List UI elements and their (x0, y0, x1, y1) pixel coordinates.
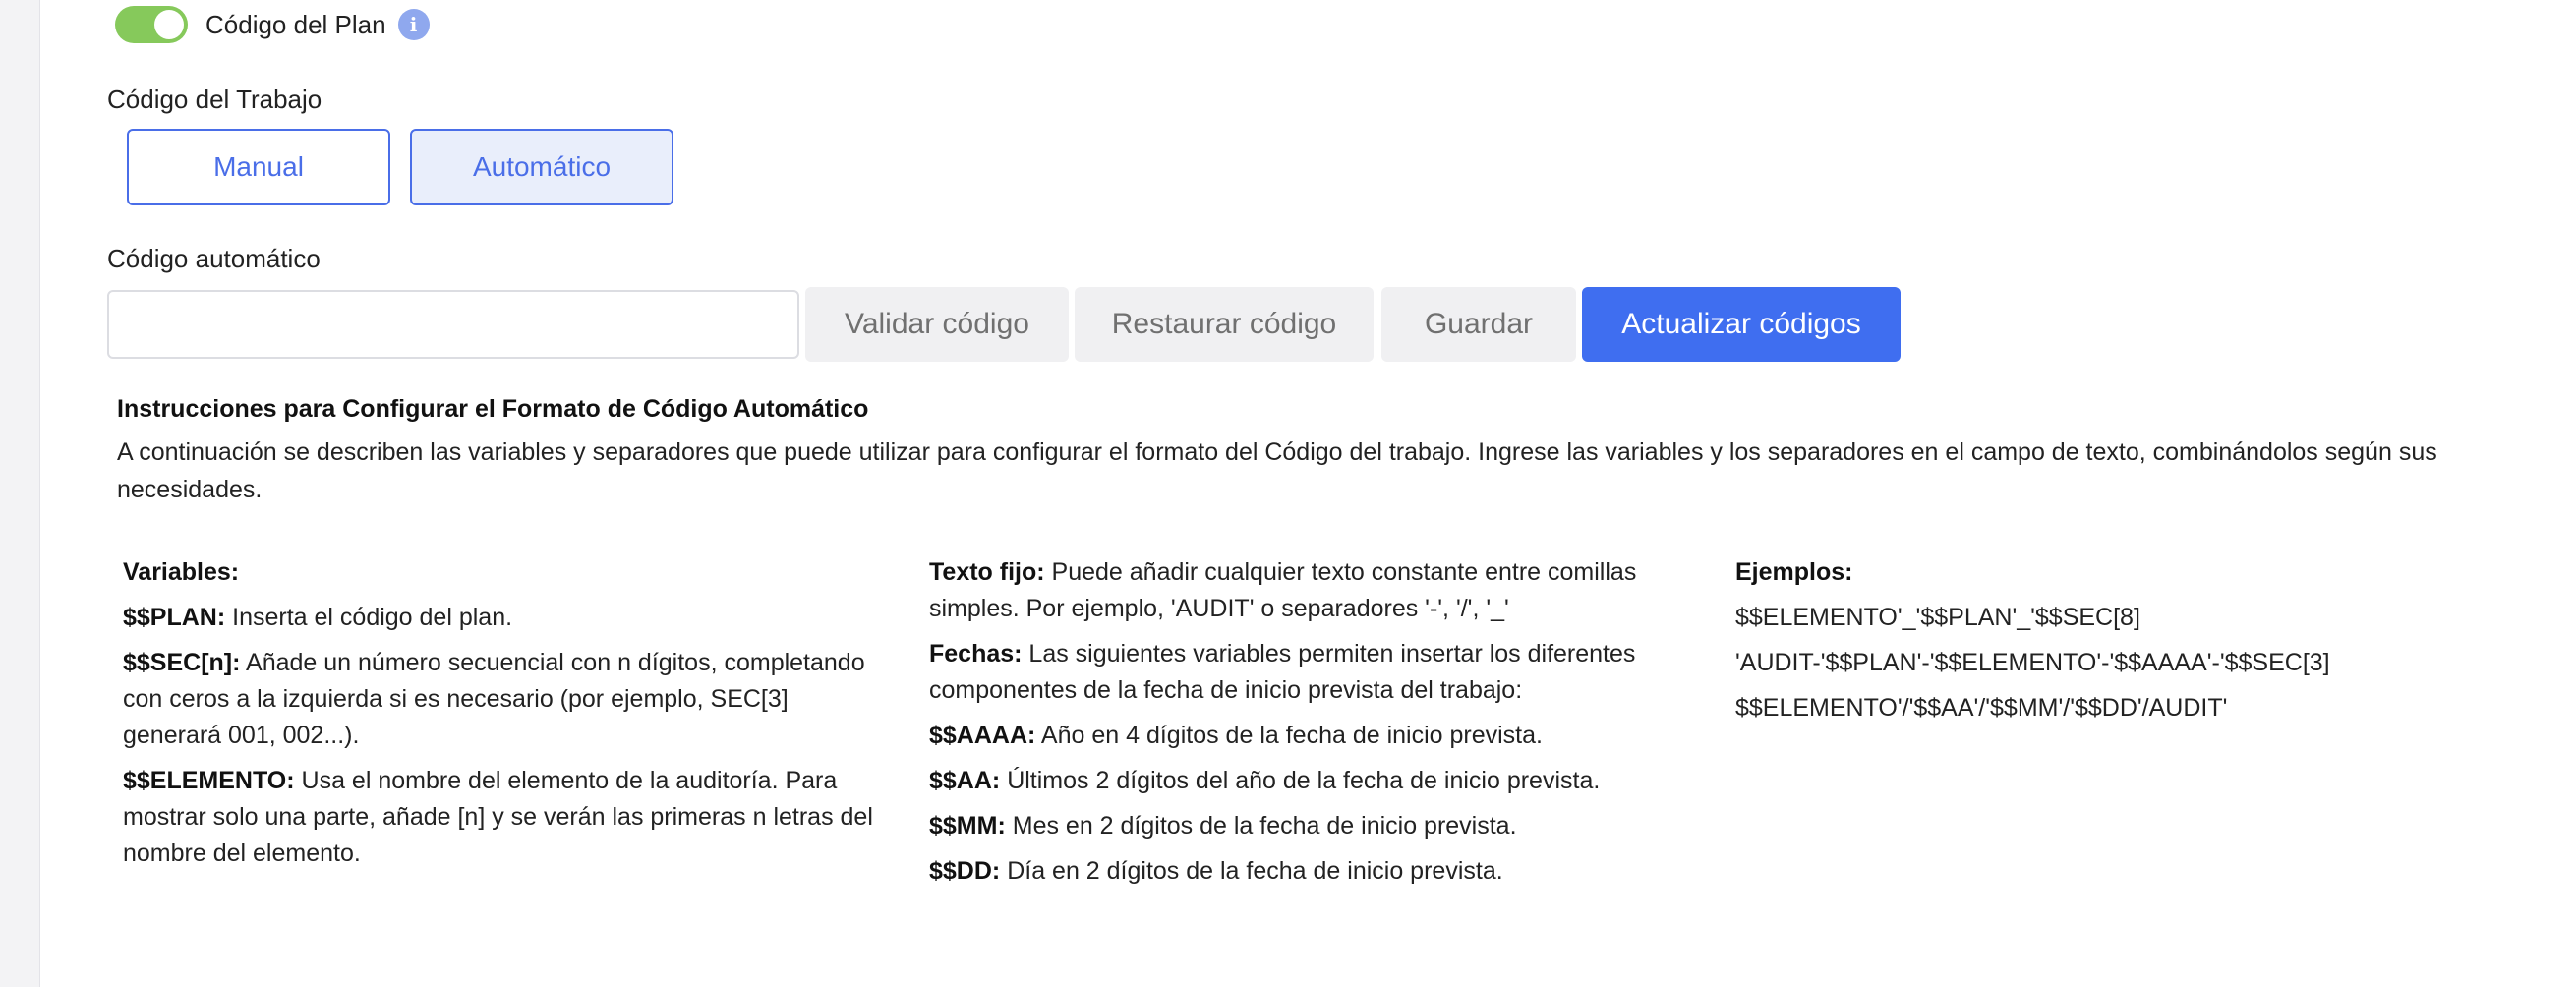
validate-code-button[interactable]: Validar código (805, 287, 1069, 362)
update-codes-button[interactable]: Actualizar códigos (1582, 287, 1901, 362)
plan-code-toggle[interactable] (115, 6, 188, 43)
toggle-knob (154, 10, 184, 39)
examples-heading: Ejemplos: (1735, 558, 1853, 586)
dates-column: Texto fijo: Puede añadir cualquier texto… (929, 554, 1676, 899)
variable-item: $$PLAN: Inserta el código del plan. (123, 604, 513, 631)
manual-option-button[interactable]: Manual (127, 129, 390, 205)
fixed-text-item: Texto fijo: Puede añadir cualquier texto… (929, 558, 1637, 622)
automatic-option-button[interactable]: Automático (410, 129, 673, 205)
example-item: $$ELEMENTO'/'$$AA'/'$$MM'/'$$DD'/AUDIT' (1735, 694, 2228, 722)
info-icon[interactable]: i (397, 9, 430, 40)
variable-item: $$ELEMENTO: Usa el nombre del elemento d… (123, 767, 873, 867)
auto-code-label: Código automático (107, 244, 321, 273)
date-variable-item: $$AAAA: Año en 4 dígitos de la fecha de … (929, 722, 1543, 749)
instructions-title: Instrucciones para Configurar el Formato… (117, 395, 869, 423)
example-item: $$ELEMENTO'_'$$PLAN'_'$$SEC[8] (1735, 604, 2140, 631)
restore-code-button[interactable]: Restaurar código (1075, 287, 1374, 362)
variables-column: Variables: $$PLAN: Inserta el código del… (123, 554, 890, 881)
examples-column: Ejemplos: $$ELEMENTO'_'$$PLAN'_'$$SEC[8]… (1735, 554, 2522, 735)
plan-code-label: Código del Plan (205, 9, 386, 39)
date-variable-item: $$AA: Últimos 2 dígitos del año de la fe… (929, 767, 1601, 794)
variables-heading: Variables: (123, 558, 240, 586)
date-variable-item: $$DD: Día en 2 dígitos de la fecha de in… (929, 857, 1503, 885)
instructions-description: A continuación se describen las variable… (117, 438, 2437, 503)
plan-code-toggle-row: Código del Plan i (115, 4, 430, 45)
dates-item: Fechas: Las siguientes variables permite… (929, 640, 1636, 704)
trabajo-code-label: Código del Trabajo (107, 85, 322, 114)
example-item: 'AUDIT-'$$PLAN'-'$$ELEMENTO'-'$$AAAA'-'$… (1735, 649, 2330, 676)
save-button[interactable]: Guardar (1381, 287, 1576, 362)
date-variable-item: $$MM: Mes en 2 dígitos de la fecha de in… (929, 812, 1517, 840)
variable-item: $$SEC[n]: Añade un número secuencial con… (123, 649, 865, 749)
content-panel: Código del Plan i Código del Trabajo Man… (39, 0, 2576, 987)
auto-code-input[interactable] (107, 290, 799, 359)
